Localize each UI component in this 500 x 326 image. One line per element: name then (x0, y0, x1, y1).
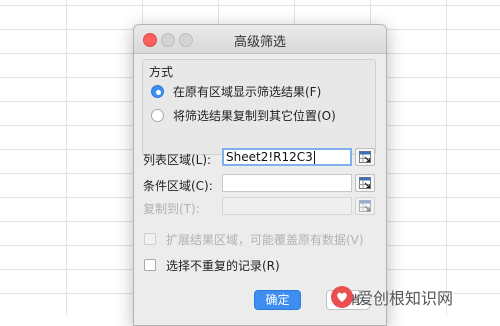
range-select-icon (359, 177, 371, 189)
extend-area-option: 扩展结果区域，可能覆盖原有数据(V) (144, 231, 364, 247)
radio-copy-to-location-indicator[interactable] (151, 108, 164, 122)
criteria-range-input[interactable] (222, 174, 352, 192)
ok-button[interactable]: 确定 (254, 290, 301, 310)
copy-to-label: 复制到(T): (143, 202, 200, 216)
title-bar: 高级筛选 (134, 25, 386, 54)
watermark-logo-icon (331, 286, 353, 308)
range-select-icon (359, 200, 371, 212)
criteria-range-select-button[interactable] (355, 174, 375, 192)
extend-area-checkbox (144, 233, 156, 245)
copy-to-select-button (355, 197, 375, 215)
radio-copy-to-location-label[interactable]: 将筛选结果复制到其它位置(O) (173, 107, 336, 124)
radio-copy-to-location[interactable]: 将筛选结果复制到其它位置(O) (151, 106, 336, 124)
list-range-value: Sheet2!R12C3 (226, 150, 313, 164)
radio-filter-in-place-label[interactable]: 在原有区域显示筛选结果(F) (173, 83, 321, 100)
site-watermark: 爱创根知识网 (331, 284, 499, 310)
radio-filter-in-place[interactable]: 在原有区域显示筛选结果(F) (151, 82, 321, 100)
watermark-text: 爱创根知识网 (357, 289, 454, 308)
list-range-label: 列表区域(L): (143, 153, 212, 167)
range-select-icon (359, 151, 371, 163)
extend-area-label: 扩展结果区域，可能覆盖原有数据(V) (166, 232, 364, 247)
dialog-title: 高级筛选 (233, 35, 286, 50)
list-range-select-button[interactable] (355, 148, 375, 166)
radio-filter-in-place-indicator[interactable] (151, 84, 164, 98)
unique-records-option[interactable]: 选择不重复的记录(R) (144, 257, 280, 273)
criteria-range-label: 条件区域(C): (143, 179, 213, 193)
text-caret (313, 151, 315, 164)
copy-to-input (222, 197, 352, 215)
unique-records-label[interactable]: 选择不重复的记录(R) (166, 257, 280, 274)
advanced-filter-dialog: 高级筛选 方式 在原有区域显示筛选结果(F) 将筛选结果复制到其它位置(O) 列… (133, 24, 387, 326)
method-group: 方式 在原有区域显示筛选结果(F) 将筛选结果复制到其它位置(O) (142, 59, 376, 155)
list-range-input[interactable]: Sheet2!R12C3 (222, 148, 352, 166)
method-group-label: 方式 (149, 65, 174, 79)
unique-records-checkbox[interactable] (144, 259, 156, 271)
